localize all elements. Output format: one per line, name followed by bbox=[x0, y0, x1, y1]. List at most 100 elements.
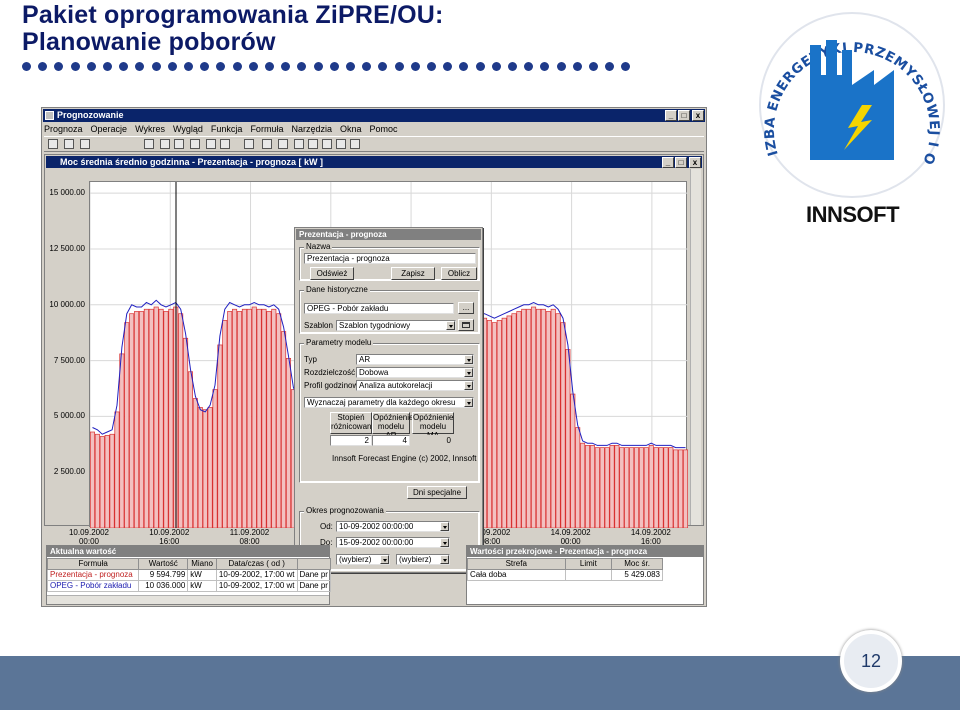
ma-lag-header[interactable]: Opóźnieniemodelu MA bbox=[412, 412, 454, 440]
toolbar-button-icon[interactable] bbox=[174, 139, 184, 149]
toolbar-button-icon[interactable] bbox=[160, 139, 170, 149]
column-header[interactable]: Moc śr. bbox=[611, 558, 663, 570]
toolbar-button-icon[interactable] bbox=[80, 139, 90, 149]
diff-degree-header[interactable]: Stopień różnicowania bbox=[330, 412, 378, 434]
toolbar-button-icon[interactable] bbox=[278, 139, 288, 149]
toolbar-button-icon[interactable] bbox=[322, 139, 332, 149]
column-header[interactable]: Limit bbox=[564, 558, 613, 570]
toolbar-button-icon[interactable] bbox=[190, 139, 200, 149]
column-header[interactable]: Miano bbox=[187, 558, 217, 570]
menu-item-formuła[interactable]: Formuła bbox=[250, 123, 283, 135]
x-tick-label: 10.09.2002 16:00 bbox=[144, 528, 194, 546]
toolbar-button-icon[interactable] bbox=[144, 139, 154, 149]
type-select[interactable]: AR bbox=[356, 354, 474, 365]
profile-select[interactable]: Analiza autokorelacji bbox=[356, 380, 474, 391]
column-header[interactable]: Wartość bbox=[138, 558, 189, 570]
chevron-down-icon[interactable] bbox=[440, 555, 449, 564]
from-date-field[interactable]: 10-09-2002 00:00:00 bbox=[336, 521, 450, 532]
forecast-bar bbox=[202, 409, 208, 529]
menu-item-prognoza[interactable]: Prognoza bbox=[44, 123, 83, 135]
model-params-label: Parametry modelu bbox=[304, 338, 374, 348]
ar-lag-header[interactable]: Opóźnieniemodelu AR bbox=[372, 412, 413, 440]
chevron-down-icon[interactable] bbox=[464, 381, 473, 390]
toolbar-button-icon[interactable] bbox=[244, 139, 254, 149]
divider-dot bbox=[427, 62, 436, 71]
browse-source-button[interactable]: ... bbox=[458, 302, 474, 314]
chart-maximize-button[interactable]: □ bbox=[675, 157, 687, 168]
forecast-bar bbox=[212, 389, 218, 529]
resolution-select[interactable]: Dobowa bbox=[356, 367, 474, 378]
table-row[interactable]: OPEG - Pobór zakładu 10 036.000 kW 10-09-20… bbox=[46, 580, 331, 592]
forecast-bar bbox=[535, 308, 542, 529]
menu-item-funkcja[interactable]: Funkcja bbox=[211, 123, 243, 135]
chevron-down-icon[interactable] bbox=[440, 538, 449, 547]
column-header[interactable]: Data/czas ( od ) bbox=[215, 558, 298, 570]
column-header[interactable] bbox=[296, 558, 331, 570]
forecast-bar bbox=[624, 447, 630, 529]
diff-degree-line2: różnicowania bbox=[331, 422, 378, 431]
divider-dot bbox=[313, 62, 323, 71]
close-button[interactable]: x bbox=[692, 110, 704, 121]
from-date-value: 10-09-2002 00:00:00 bbox=[339, 522, 414, 531]
chevron-down-icon[interactable] bbox=[464, 355, 473, 364]
chevron-down-icon[interactable] bbox=[464, 398, 473, 407]
minimize-button[interactable]: _ bbox=[665, 110, 677, 121]
menu-item-pomoc[interactable]: Pomoc bbox=[370, 123, 398, 135]
toolbar-button-icon[interactable] bbox=[262, 139, 272, 149]
forecast-bar bbox=[143, 308, 149, 529]
table-cell: 10-09-2002, 17:00 wt bbox=[215, 580, 298, 592]
toolbar-button-icon[interactable] bbox=[336, 139, 346, 149]
toolbar-button-icon[interactable] bbox=[206, 139, 216, 149]
save-button[interactable]: Zapisz bbox=[391, 267, 435, 280]
name-input[interactable]: Prezentacja - prognoza bbox=[304, 253, 476, 264]
ar-lag-value[interactable]: 4 bbox=[372, 435, 410, 446]
toolbar-button-icon[interactable] bbox=[220, 139, 230, 149]
to-date-field[interactable]: 15-09-2002 00:00:00 bbox=[336, 537, 450, 548]
template-settings-button[interactable] bbox=[458, 319, 474, 331]
toolbar-button-icon[interactable] bbox=[308, 139, 318, 149]
window-mode-select[interactable]: Wyznaczaj parametry dla każdego okresu bbox=[304, 397, 474, 408]
chart-close-button[interactable]: x bbox=[689, 157, 701, 168]
forecast-bar bbox=[99, 436, 105, 529]
chevron-down-icon[interactable] bbox=[446, 321, 455, 330]
x-tick-label: 14.09.2002 16:00 bbox=[626, 528, 676, 546]
refresh-button[interactable]: Odśwież bbox=[310, 267, 354, 280]
forecast-bar bbox=[153, 306, 159, 529]
select-two[interactable]: (wybierz) bbox=[396, 554, 450, 565]
divider-dot bbox=[508, 62, 517, 71]
calculate-button[interactable]: Oblicz bbox=[441, 267, 477, 280]
menu-item-operacje[interactable]: Operacje bbox=[91, 123, 128, 135]
chart-vertical-scrollbar[interactable] bbox=[690, 169, 701, 525]
divider-dot bbox=[216, 62, 226, 71]
menu-item-okna[interactable]: Okna bbox=[340, 123, 362, 135]
menu-item-narzędzia[interactable]: Narzędzia bbox=[291, 123, 332, 135]
select-one[interactable]: (wybierz) bbox=[336, 554, 390, 565]
divider-dot bbox=[540, 62, 550, 71]
toolbar-button-icon[interactable] bbox=[64, 139, 74, 149]
maximize-button[interactable]: □ bbox=[678, 110, 690, 121]
table-row[interactable]: Cała doba 5 429.083 bbox=[467, 569, 663, 581]
slide-title-line2: Planowanie poborów bbox=[22, 28, 276, 56]
chart-minimize-button[interactable]: _ bbox=[662, 157, 674, 168]
chevron-down-icon[interactable] bbox=[380, 555, 389, 564]
special-days-button[interactable]: Dni specjalne bbox=[407, 486, 467, 499]
column-header[interactable]: Formuła bbox=[46, 558, 140, 570]
column-header[interactable]: Strefa bbox=[467, 558, 566, 570]
menu-item-wygląd[interactable]: Wygląd bbox=[173, 123, 203, 135]
menu-item-wykres[interactable]: Wykres bbox=[135, 123, 165, 135]
template-select[interactable]: Szablon tygodniowy bbox=[336, 320, 456, 331]
current-values-scrollbar[interactable] bbox=[47, 595, 329, 604]
divider-dot bbox=[443, 62, 453, 71]
divider-dot bbox=[605, 62, 615, 71]
forecast-bar bbox=[256, 308, 262, 529]
toolbar-button-icon[interactable] bbox=[48, 139, 58, 149]
table-row[interactable]: Prezentacja - prognoza 9 594.799 kW 10-09-2… bbox=[46, 569, 331, 581]
ma-lag-value[interactable]: 0 bbox=[412, 435, 454, 446]
chevron-down-icon[interactable] bbox=[440, 522, 449, 531]
historical-source-field[interactable]: OPEG - Pobór zakładu bbox=[304, 303, 454, 314]
toolbar-button-icon[interactable] bbox=[294, 139, 304, 149]
chevron-down-icon[interactable] bbox=[464, 368, 473, 377]
forecast-bar bbox=[638, 447, 644, 529]
diff-degree-value[interactable]: 2 bbox=[330, 435, 372, 446]
toolbar-button-icon[interactable] bbox=[350, 139, 360, 149]
